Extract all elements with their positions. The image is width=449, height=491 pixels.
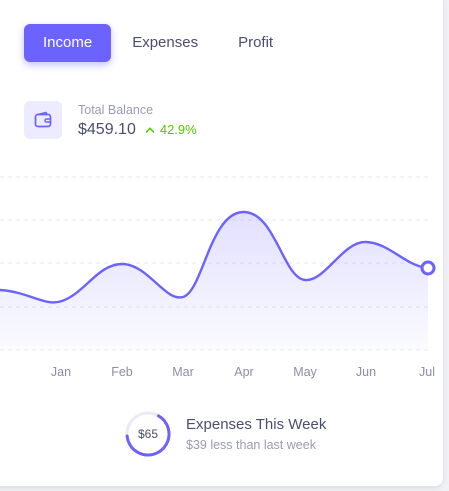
total-balance-section: Total Balance $459.10 42.9% xyxy=(24,101,197,139)
expenses-progress-ring: $65 xyxy=(124,410,172,458)
expenses-this-week: $65 Expenses This Week $39 less than las… xyxy=(124,410,326,458)
income-area-fill xyxy=(0,211,428,350)
balance-amount: $459.10 xyxy=(78,120,136,138)
tab-bar: Income Expenses Profit xyxy=(24,24,294,62)
ring-value: $65 xyxy=(137,427,159,441)
tab-income[interactable]: Income xyxy=(24,24,112,62)
growth-value: 42.9% xyxy=(159,122,197,137)
x-tick-label: Feb xyxy=(111,365,133,379)
x-axis-labels: Jan Feb Mar Apr May Jun Jul xyxy=(51,365,435,379)
x-tick-label: Apr xyxy=(234,365,253,379)
expenses-title: Expenses This Week xyxy=(186,416,327,433)
tab-profit[interactable]: Profit xyxy=(219,24,292,62)
growth-indicator: 42.9% xyxy=(145,122,197,137)
x-tick-label: Jan xyxy=(51,365,71,379)
x-tick-label: Jul xyxy=(419,365,435,379)
income-area-chart: Jan Feb Mar Apr May Jun Jul xyxy=(0,176,436,379)
x-tick-label: Jun xyxy=(356,365,376,379)
tab-expenses[interactable]: Expenses xyxy=(113,24,217,62)
x-tick-label: Mar xyxy=(172,365,194,379)
wallet-icon xyxy=(24,101,62,139)
x-tick-label: May xyxy=(293,365,317,379)
chevron-up-icon xyxy=(145,127,155,133)
last-point-marker[interactable] xyxy=(420,260,436,276)
expenses-subtitle: $39 less than last week xyxy=(186,438,316,452)
balance-label: Total Balance xyxy=(78,102,154,117)
